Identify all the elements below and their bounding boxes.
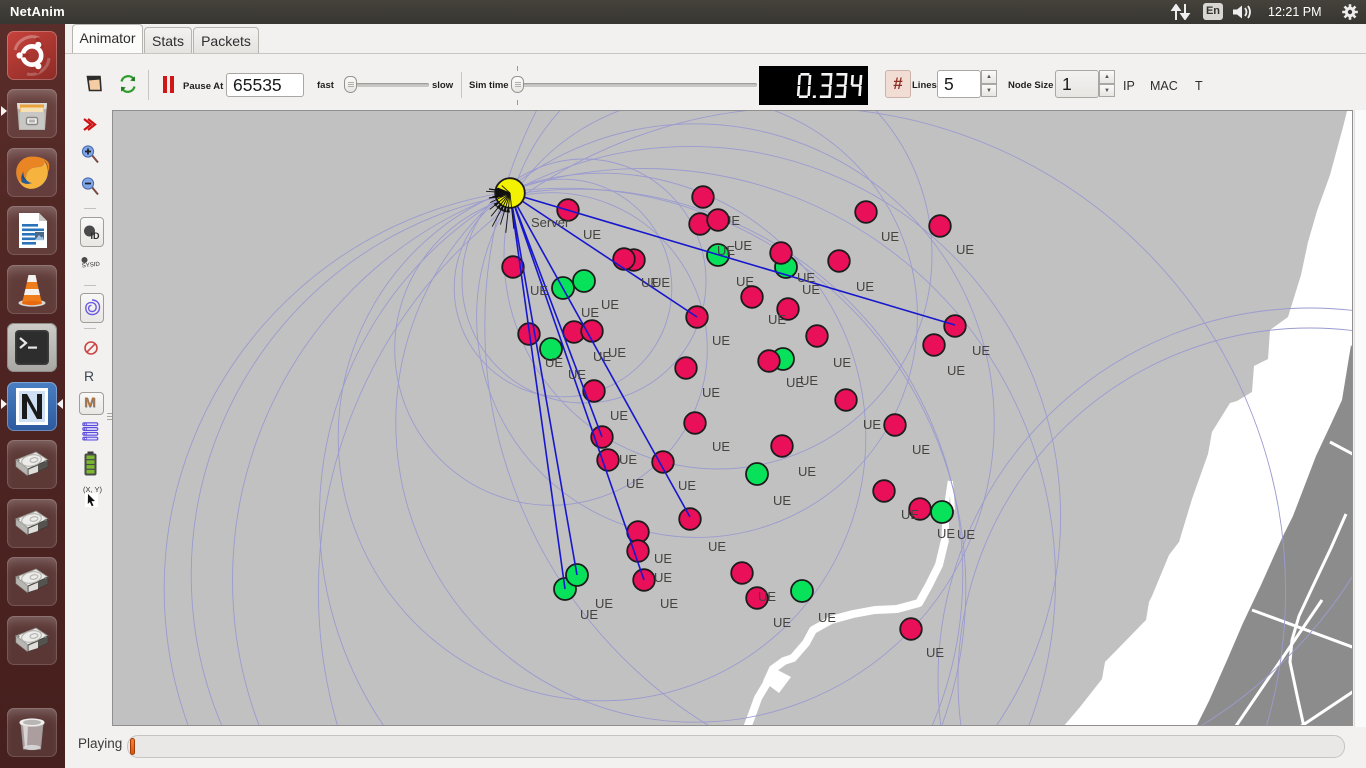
- svg-text:UE: UE: [601, 297, 619, 312]
- svg-text:UE: UE: [802, 282, 820, 297]
- svg-text:UE: UE: [947, 363, 965, 378]
- svg-text:UE: UE: [957, 527, 975, 542]
- svg-text:UE: UE: [581, 305, 599, 320]
- svg-text:UE: UE: [863, 417, 881, 432]
- svg-text:UE: UE: [798, 464, 816, 479]
- svg-text:UE: UE: [800, 373, 818, 388]
- svg-text:UE: UE: [926, 645, 944, 660]
- svg-text:UE: UE: [773, 615, 791, 630]
- svg-text:UE: UE: [972, 343, 990, 358]
- svg-text:UE: UE: [901, 507, 919, 522]
- svg-text:UE: UE: [660, 596, 678, 611]
- svg-text:UE: UE: [626, 476, 644, 491]
- svg-text:UE: UE: [545, 355, 563, 370]
- svg-text:UE: UE: [702, 385, 720, 400]
- svg-text:UE: UE: [734, 238, 752, 253]
- svg-text:UE: UE: [652, 275, 670, 290]
- svg-text:UE: UE: [654, 570, 672, 585]
- svg-text:UE: UE: [773, 493, 791, 508]
- svg-text:UE: UE: [856, 279, 874, 294]
- svg-text:UE: UE: [619, 452, 637, 467]
- svg-text:UE: UE: [708, 539, 726, 554]
- svg-text:UE: UE: [937, 526, 955, 541]
- svg-text:UE: UE: [912, 442, 930, 457]
- svg-text:UE: UE: [833, 355, 851, 370]
- svg-text:UE: UE: [530, 283, 548, 298]
- svg-text:UE: UE: [583, 227, 601, 242]
- svg-text:UE: UE: [736, 274, 754, 289]
- svg-text:ID: ID: [91, 231, 101, 241]
- svg-text:UE: UE: [610, 408, 628, 423]
- svg-text:UE: UE: [818, 610, 836, 625]
- svg-text:UE: UE: [758, 589, 776, 604]
- svg-text:UE: UE: [712, 333, 730, 348]
- svg-text:UE: UE: [956, 242, 974, 257]
- svg-text:UE: UE: [654, 551, 672, 566]
- svg-text:UE: UE: [881, 229, 899, 244]
- svg-text:UE: UE: [768, 312, 786, 327]
- svg-text:SYSID: SYSID: [82, 262, 101, 270]
- svg-text:Server: Server: [531, 215, 570, 230]
- svg-text:UE: UE: [580, 607, 598, 622]
- svg-text:UE: UE: [678, 478, 696, 493]
- svg-text:UE: UE: [608, 345, 626, 360]
- svg-text:UE: UE: [717, 243, 735, 258]
- svg-text:UE: UE: [568, 367, 586, 382]
- svg-text:UE: UE: [712, 439, 730, 454]
